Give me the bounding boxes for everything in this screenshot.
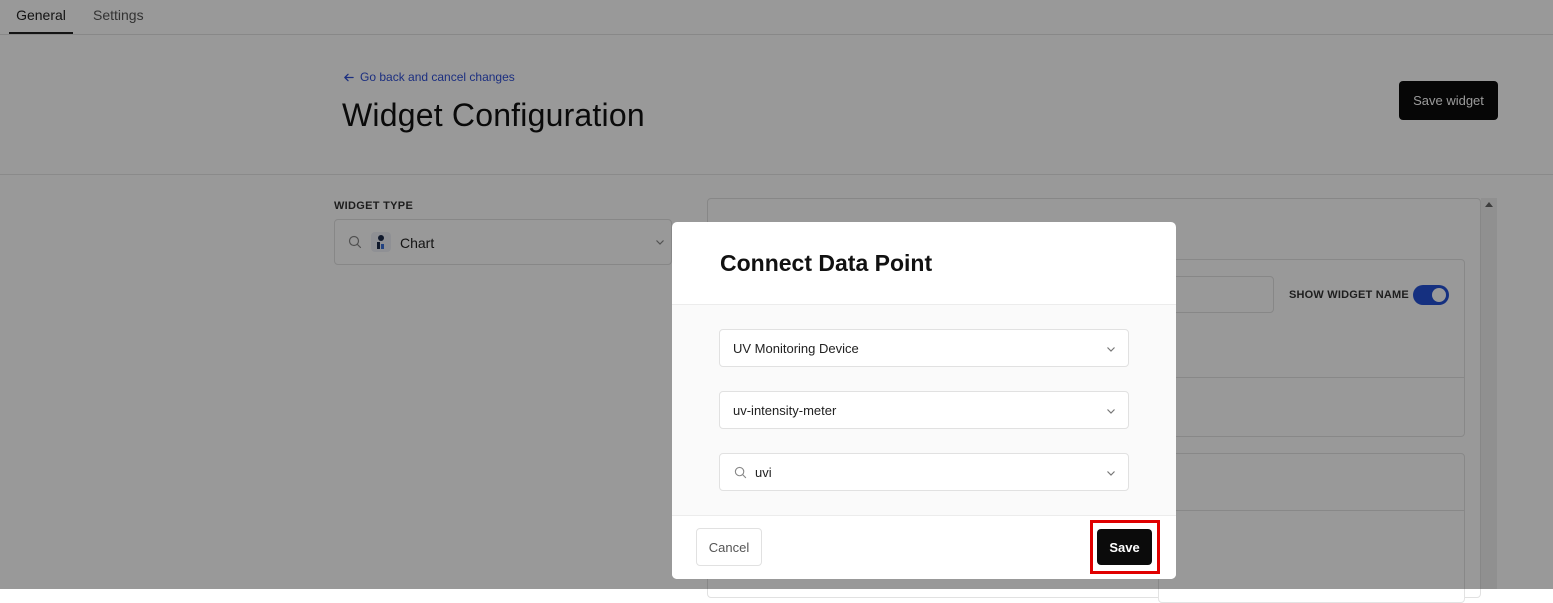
search-icon: [734, 466, 747, 479]
cancel-button[interactable]: Cancel: [696, 528, 762, 566]
data-point-select-value: uvi: [755, 465, 772, 480]
device-select-value: UV Monitoring Device: [733, 341, 859, 356]
chevron-down-icon: [1107, 471, 1115, 476]
sensor-select-value: uv-intensity-meter: [733, 403, 837, 418]
data-point-select[interactable]: uvi: [719, 453, 1129, 491]
save-button[interactable]: Save: [1097, 529, 1152, 565]
dialog-body: UV Monitoring Device uv-intensity-meter …: [672, 305, 1176, 515]
dialog-header: Connect Data Point: [672, 222, 1176, 305]
dialog-title: Connect Data Point: [720, 250, 933, 276]
chevron-down-icon: [1107, 347, 1115, 352]
connect-data-point-dialog: Connect Data Point UV Monitoring Device …: [672, 222, 1176, 579]
sensor-select[interactable]: uv-intensity-meter: [719, 391, 1129, 429]
device-select[interactable]: UV Monitoring Device: [719, 329, 1129, 367]
chevron-down-icon: [1107, 409, 1115, 414]
dialog-footer: Cancel Save: [672, 515, 1176, 579]
